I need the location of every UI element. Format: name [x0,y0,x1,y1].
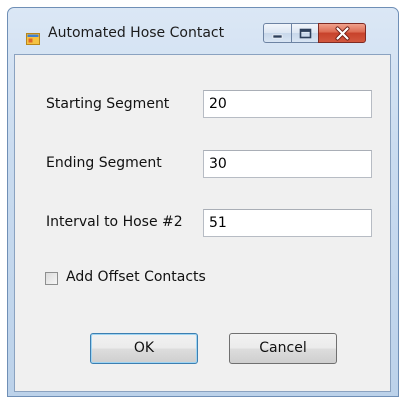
ok-button[interactable]: OK [90,333,198,364]
dialog-window: Automated Hose Contact Starting Segment … [7,7,399,397]
cancel-button[interactable]: Cancel [229,333,337,364]
window-title: Automated Hose Contact [48,25,225,41]
minimize-button[interactable] [263,23,292,43]
add-offset-contacts-label[interactable]: Add Offset Contacts [66,269,206,285]
ending-segment-label: Ending Segment [46,155,162,171]
dialog-client-area: Starting Segment Ending Segment Interval… [14,54,391,392]
maximize-button[interactable] [291,23,319,43]
ending-segment-input[interactable] [203,150,372,178]
starting-segment-input[interactable] [203,90,372,118]
interval-to-hose2-label: Interval to Hose #2 [46,214,183,230]
starting-segment-label: Starting Segment [46,96,170,112]
close-button[interactable] [318,23,366,43]
add-offset-contacts-checkbox[interactable] [45,272,58,285]
app-window-icon [26,30,40,45]
title-bar[interactable]: Automated Hose Contact [8,8,398,54]
interval-to-hose2-input[interactable] [203,209,372,237]
